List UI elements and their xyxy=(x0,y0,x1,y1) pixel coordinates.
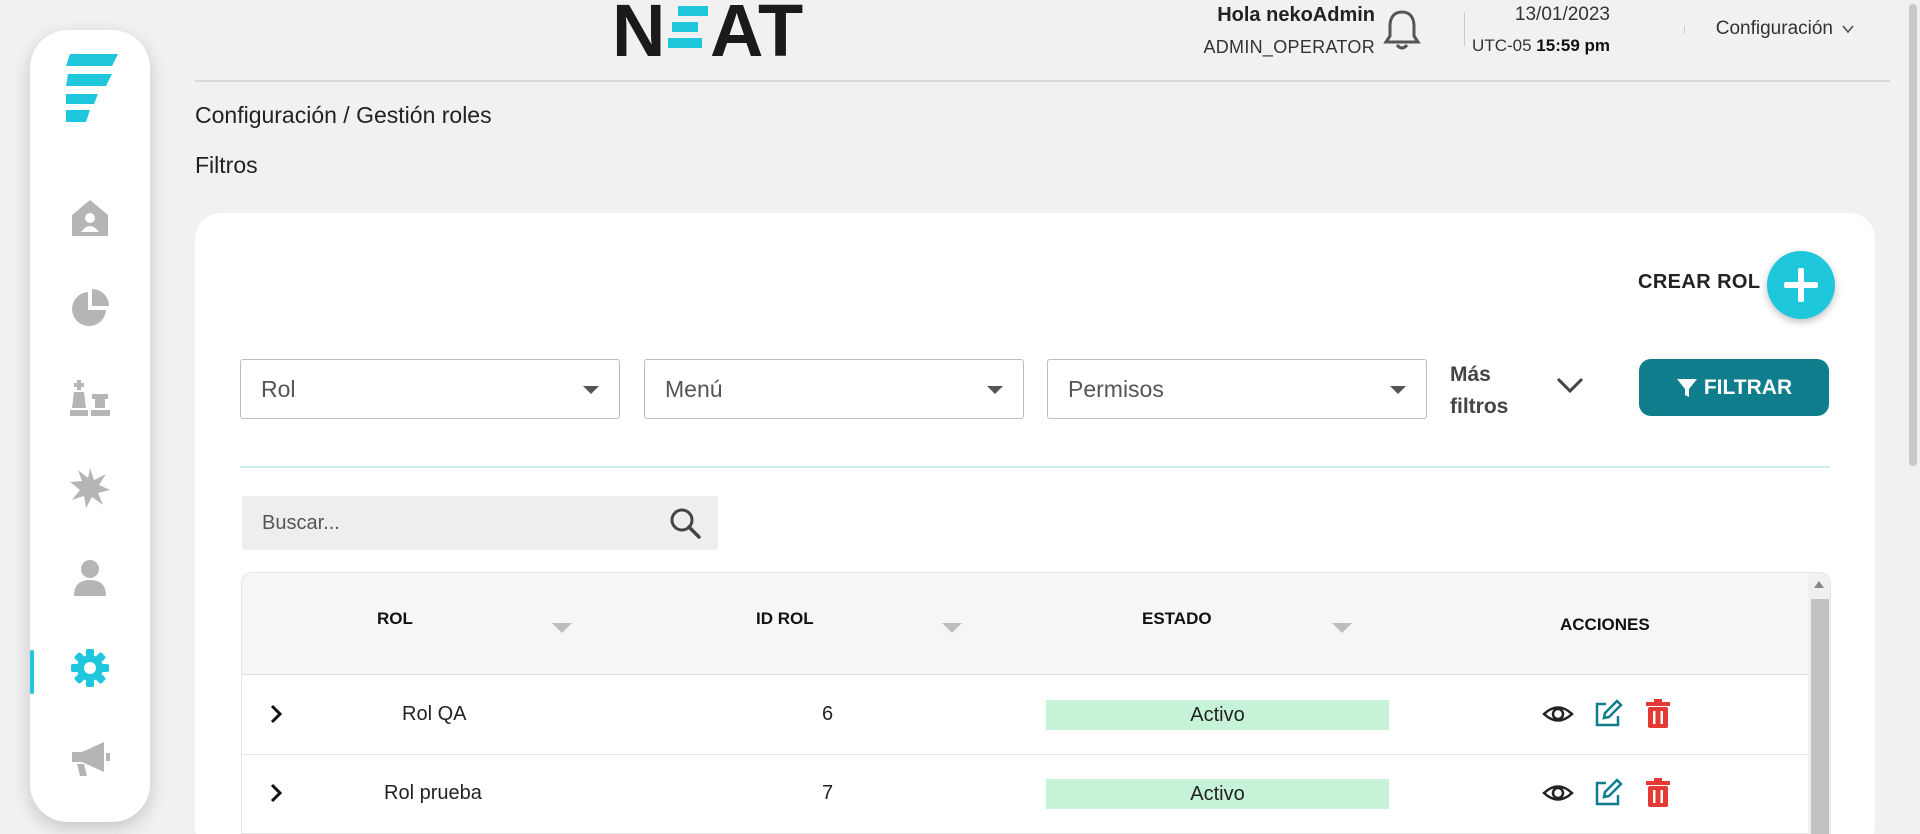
app-logo[interactable] xyxy=(64,52,120,124)
search-input[interactable] xyxy=(242,496,642,550)
config-menu[interactable]: Configuración xyxy=(1716,18,1855,40)
page-scroll-thumb[interactable] xyxy=(1909,4,1917,466)
sort-caret-icon[interactable] xyxy=(552,623,572,633)
row-role: Rol prueba xyxy=(384,782,482,804)
caret-down-icon xyxy=(987,386,1003,394)
status-badge: Activo xyxy=(1046,779,1389,809)
sidebar-item-home[interactable] xyxy=(30,183,150,253)
gear-icon xyxy=(71,649,109,687)
sidebar-item-campaigns[interactable] xyxy=(30,723,150,793)
sort-caret-icon[interactable] xyxy=(1332,623,1352,633)
column-header-role[interactable]: ROL xyxy=(377,609,413,629)
header-divider-small xyxy=(1684,26,1685,34)
sort-caret-icon[interactable] xyxy=(942,623,962,633)
filters-title: Filtros xyxy=(195,152,258,178)
eye-icon[interactable] xyxy=(1542,777,1574,809)
table-row: Rol QA 6 Activo xyxy=(242,676,1808,755)
time-value: 15:59 pm xyxy=(1536,36,1610,55)
sidebar-item-settings[interactable] xyxy=(30,633,150,703)
search-icon[interactable] xyxy=(668,506,702,540)
chevron-right-icon[interactable] xyxy=(264,781,288,805)
burst-icon xyxy=(70,468,110,508)
permissions-select-placeholder: Permisos xyxy=(1068,375,1164,402)
chevron-down-icon[interactable] xyxy=(1555,375,1585,395)
scroll-up-arrow-icon[interactable] xyxy=(1814,581,1824,588)
filter-button-label: FILTRAR xyxy=(1703,375,1793,399)
menu-select-placeholder: Menú xyxy=(665,375,723,402)
more-filters-toggle[interactable]: Más filtros xyxy=(1450,359,1508,423)
sidebar-item-reports[interactable] xyxy=(30,273,150,343)
filters-divider xyxy=(240,466,1830,468)
search-box xyxy=(242,496,718,550)
brand-e-stripes xyxy=(668,6,708,48)
edit-icon[interactable] xyxy=(1592,777,1624,809)
more-filters-line2: filtros xyxy=(1450,395,1509,418)
caret-down-icon xyxy=(1390,386,1406,394)
create-role-button[interactable] xyxy=(1767,251,1835,319)
user-role: ADMIN_OPERATOR xyxy=(1203,37,1375,57)
chevron-down-icon xyxy=(1842,25,1854,34)
pie-chart-icon xyxy=(72,289,109,326)
date-time: 13/01/2023 UTC-05 15:59 pm xyxy=(1472,4,1610,56)
page-scrollbar[interactable] xyxy=(1906,0,1920,834)
permissions-select[interactable]: Permisos xyxy=(1047,359,1427,419)
table-scroll-thumb[interactable] xyxy=(1811,599,1829,834)
brand-logo[interactable]: N AT xyxy=(610,0,810,64)
column-header-id[interactable]: ID ROL xyxy=(756,609,814,629)
sidebar xyxy=(30,30,150,822)
sidebar-item-strategy[interactable] xyxy=(30,363,150,433)
row-id: 6 xyxy=(822,703,834,725)
home-user-icon xyxy=(72,200,108,236)
column-header-actions: ACCIONES xyxy=(1560,615,1650,634)
header-divider xyxy=(1464,12,1465,46)
row-role: Rol QA xyxy=(402,703,467,725)
column-header-status[interactable]: ESTADO xyxy=(1142,609,1212,629)
trash-icon[interactable] xyxy=(1642,698,1674,730)
bell-icon[interactable] xyxy=(1382,8,1422,52)
filter-button[interactable]: FILTRAR xyxy=(1639,359,1829,416)
table-scrollbar[interactable] xyxy=(1808,573,1830,834)
config-menu-label: Configuración xyxy=(1715,18,1833,39)
role-select-placeholder: Rol xyxy=(261,375,296,402)
edit-icon[interactable] xyxy=(1592,698,1624,730)
chevron-right-icon[interactable] xyxy=(264,702,288,726)
eye-icon[interactable] xyxy=(1542,698,1574,730)
current-date: 13/01/2023 xyxy=(1514,4,1610,25)
breadcrumb: Configuración / Gestión roles xyxy=(195,102,492,128)
user-icon xyxy=(74,560,106,596)
row-actions xyxy=(1542,777,1674,809)
funnel-icon xyxy=(1676,378,1697,397)
table-header: ROL ID ROL ESTADO ACCIONES xyxy=(242,573,1808,675)
status-badge: Activo xyxy=(1046,700,1389,730)
table-row: Rol prueba 7 Activo xyxy=(242,755,1808,834)
caret-down-icon xyxy=(583,386,599,394)
row-actions xyxy=(1542,698,1674,730)
create-role-label[interactable]: CREAR ROL xyxy=(1638,271,1761,294)
greeting: Hola nekoAdmin xyxy=(1217,4,1375,26)
row-id: 7 xyxy=(822,782,834,804)
roles-card: CREAR ROL Rol Menú Permisos Más filtros … xyxy=(195,213,1875,834)
plus-icon xyxy=(1784,268,1818,302)
trash-icon[interactable] xyxy=(1642,777,1674,809)
user-info[interactable]: Hola nekoAdmin ADMIN_OPERATOR xyxy=(1203,4,1375,58)
more-filters-line1: Más xyxy=(1450,363,1491,386)
current-time: UTC-05 15:59 pm xyxy=(1472,36,1610,56)
megaphone-icon xyxy=(72,742,110,776)
timezone: UTC-05 xyxy=(1472,36,1532,55)
menu-select[interactable]: Menú xyxy=(644,359,1024,419)
role-select[interactable]: Rol xyxy=(240,359,620,419)
top-header: N AT Hola nekoAdmin ADMIN_OPERATOR 13/01/… xyxy=(195,0,1890,82)
sidebar-item-users[interactable] xyxy=(30,543,150,613)
roles-table: ROL ID ROL ESTADO ACCIONES Rol QA 6 Acti… xyxy=(242,573,1830,834)
chess-pieces-icon xyxy=(70,380,110,416)
sidebar-item-incidents[interactable] xyxy=(30,453,150,523)
